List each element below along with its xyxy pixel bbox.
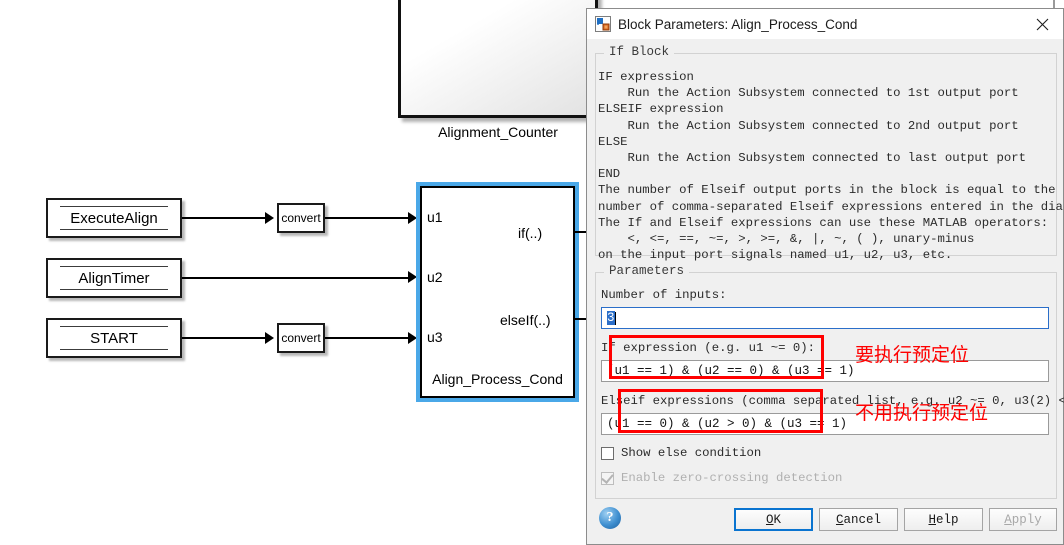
check-tick-icon bbox=[601, 470, 614, 484]
if-block-align-process-cond[interactable] bbox=[420, 186, 575, 398]
text-caret bbox=[614, 311, 616, 325]
elseif-expressions-input[interactable]: (u1 == 0) & (u2 > 0) & (u3 == 1) bbox=[601, 413, 1049, 435]
parameters-group-legend: Parameters bbox=[604, 264, 690, 278]
number-of-inputs-label: Number of inputs: bbox=[601, 288, 727, 302]
subsystem-block-label: Alignment_Counter bbox=[438, 124, 558, 140]
from-block-bar-top bbox=[60, 206, 168, 207]
signal-line bbox=[182, 337, 272, 339]
simulink-block-icon bbox=[595, 16, 611, 32]
signal-line bbox=[325, 217, 414, 219]
number-of-inputs-value: 3 bbox=[607, 311, 615, 325]
if-expression-label: If expression (e.g. u1 ~= 0): bbox=[601, 341, 816, 355]
if-block-label: Align_Process_Cond bbox=[432, 371, 563, 387]
signal-arrow bbox=[265, 212, 274, 224]
show-else-condition-checkbox-row[interactable]: Show else condition bbox=[601, 446, 761, 460]
enable-zero-crossing-checkbox-row: Enable zero-crossing detection bbox=[601, 470, 843, 485]
close-icon[interactable] bbox=[1023, 10, 1061, 38]
from-block-start[interactable]: START bbox=[46, 318, 182, 358]
enable-zero-crossing-label: Enable zero-crossing detection bbox=[621, 471, 843, 485]
from-block-label: ExecuteAlign bbox=[70, 209, 158, 227]
subsystem-block-alignment-counter[interactable] bbox=[398, 0, 598, 118]
if-block-port-u1: u1 bbox=[427, 209, 443, 225]
from-block-label: START bbox=[90, 329, 138, 347]
if-expression-value: (u1 == 1) & (u2 == 0) & (u3 == 1) bbox=[607, 364, 855, 378]
if-expression-input[interactable]: (u1 == 1) & (u2 == 0) & (u3 == 1) bbox=[601, 360, 1049, 382]
cancel-button-label: ancel bbox=[843, 512, 882, 527]
from-block-bar-top bbox=[60, 326, 168, 327]
from-block-bar-bottom bbox=[60, 229, 168, 230]
cancel-button-mnemonic: C bbox=[835, 512, 844, 527]
if-block-group-legend: If Block bbox=[604, 45, 675, 59]
dialog-titlebar[interactable]: Block Parameters: Align_Process_Cond bbox=[587, 9, 1063, 39]
apply-button: Apply bbox=[989, 508, 1057, 531]
help-button-label: elp bbox=[936, 512, 959, 527]
from-block-bar-bottom bbox=[60, 289, 168, 290]
if-block-port-u2: u2 bbox=[427, 269, 443, 285]
convert-block-label: convert bbox=[281, 211, 321, 225]
elseif-expressions-value: (u1 == 0) & (u2 > 0) & (u3 == 1) bbox=[607, 417, 848, 431]
checkbox-box bbox=[601, 470, 614, 485]
dialog-title: Block Parameters: Align_Process_Cond bbox=[618, 16, 858, 32]
ok-button-label: K bbox=[773, 512, 782, 527]
from-block-label: AlignTimer bbox=[78, 269, 150, 287]
help-circle-icon[interactable]: ? bbox=[599, 507, 621, 529]
signal-arrow bbox=[408, 271, 417, 283]
if-block-port-elseif: elseIf(..) bbox=[500, 312, 551, 328]
number-of-inputs-input[interactable]: 3 bbox=[601, 307, 1049, 329]
cancel-button[interactable]: Cancel bbox=[819, 508, 898, 531]
signal-arrow bbox=[408, 212, 417, 224]
apply-button-label: pply bbox=[1011, 512, 1042, 527]
convert-block-label: convert bbox=[281, 331, 321, 345]
show-else-condition-label: Show else condition bbox=[621, 446, 762, 460]
signal-arrow bbox=[265, 332, 274, 344]
convert-block-2[interactable]: convert bbox=[277, 323, 325, 353]
if-block-description: IF expression Run the Action Subsystem c… bbox=[598, 70, 1064, 263]
from-block-bar-bottom bbox=[60, 349, 168, 350]
checkbox-box[interactable] bbox=[601, 446, 614, 460]
if-block-port-if: if(..) bbox=[518, 225, 543, 241]
help-button-mnemonic: H bbox=[928, 512, 936, 527]
signal-line bbox=[182, 277, 414, 279]
convert-block-1[interactable]: convert bbox=[277, 203, 325, 233]
help-button[interactable]: Help bbox=[904, 508, 983, 531]
ok-button[interactable]: OK bbox=[734, 508, 813, 531]
signal-line bbox=[182, 217, 272, 219]
signal-arrow bbox=[408, 332, 417, 344]
signal-line bbox=[325, 337, 414, 339]
block-parameters-dialog[interactable]: Block Parameters: Align_Process_Cond If … bbox=[586, 8, 1064, 545]
from-block-bar-top bbox=[60, 266, 168, 267]
from-block-aligntimer[interactable]: AlignTimer bbox=[46, 258, 182, 298]
from-block-executealign[interactable]: ExecuteAlign bbox=[46, 198, 182, 238]
elseif-expressions-label: Elseif expressions (comma separated list… bbox=[601, 394, 1064, 408]
dialog-button-bar: ? OK Cancel Help Apply bbox=[587, 500, 1063, 544]
ok-button-mnemonic: O bbox=[765, 512, 774, 527]
if-block-port-u3: u3 bbox=[427, 329, 443, 345]
apply-button-mnemonic: A bbox=[1004, 512, 1012, 527]
